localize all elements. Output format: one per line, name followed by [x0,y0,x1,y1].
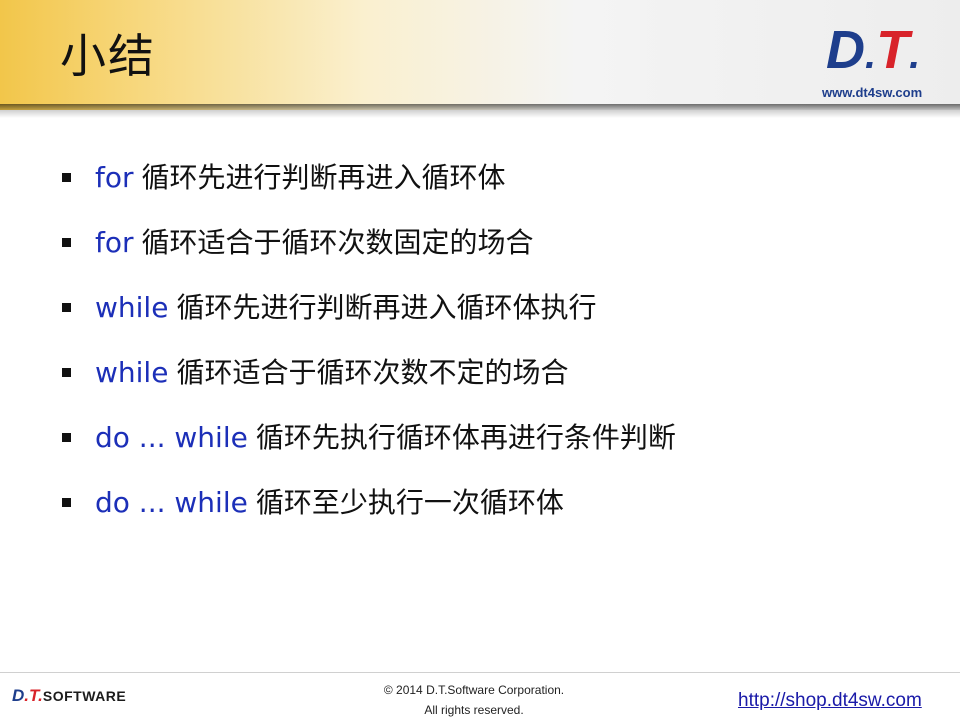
bullet-keyword: for [95,226,134,259]
copyright-line-2: All rights reserved. [424,703,524,717]
shop-link[interactable]: http://shop.dt4sw.com [738,690,922,712]
footer-logo-d: D [12,686,25,705]
bullet-keyword: for [95,161,134,194]
bullet-item: for 循环先进行判断再进入循环体 [62,158,506,198]
footer-divider [0,672,960,673]
logo-letter-t: T [876,20,910,80]
bullet-text: 循环先进行判断再进入循环体 [141,161,506,194]
slide-title: 小结 [60,29,156,83]
bullet-keyword: do ... while [95,421,248,454]
footer-logo: D.T.SOFTWARE [12,686,126,706]
bullet-keyword: do ... while [95,486,248,519]
logo-dot: . [865,33,877,77]
footer-logo-software: SOFTWARE [42,688,127,704]
bullet-item: do ... while 循环先执行循环体再进行条件判断 [62,418,676,458]
bullet-text: 循环至少执行一次循环体 [255,486,564,519]
logo-dot-2: . [909,33,921,77]
bullet-item: for 循环适合于循环次数固定的场合 [62,223,534,263]
bullet-item: while 循环先进行判断再进入循环体执行 [62,288,596,328]
bullet-text: 循环适合于循环次数固定的场合 [141,226,534,259]
bullet-marker [62,237,71,247]
copyright-line-1: © 2014 D.T.Software Corporation. [383,683,565,697]
bullet-marker [62,497,71,507]
bullet-marker [62,432,71,442]
bullet-marker [62,367,71,377]
bullet-text: 循环先执行循环体再进行条件判断 [255,421,676,454]
bullet-keyword: while [95,356,169,389]
dt-logo: D.T. [826,20,951,80]
bullet-item: do ... while 循环至少执行一次循环体 [62,483,564,523]
header-shadow [0,104,960,118]
copyright-notice: © 2014 D.T.Software Corporation. All rig… [330,680,618,720]
bullet-keyword: while [95,291,169,324]
bullet-item: while 循环适合于循环次数不定的场合 [62,353,568,393]
logo-letter-d: D [826,20,865,80]
logo-url: www.dt4sw.com [822,85,923,100]
bullet-marker [62,302,71,312]
bullet-text: 循环适合于循环次数不定的场合 [176,356,569,389]
bullet-marker [62,172,71,182]
bullet-text: 循环先进行判断再进入循环体执行 [176,291,597,324]
footer-logo-t: .T. [24,686,43,705]
